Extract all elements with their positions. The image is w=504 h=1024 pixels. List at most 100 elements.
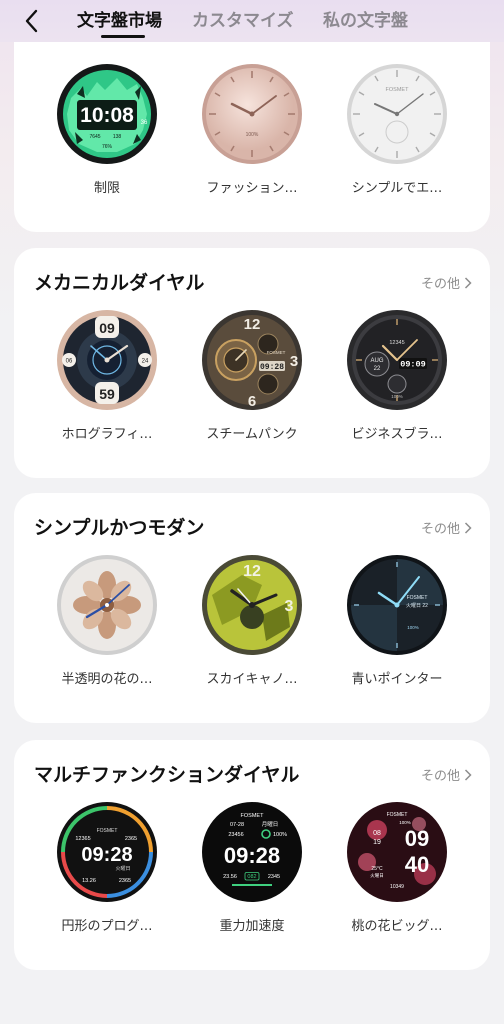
face-seconds: 36 — [141, 120, 148, 126]
watchface-label: ビジネスブラ… — [351, 427, 443, 442]
watchface-label: 青いポインター — [351, 672, 443, 687]
face-metric-2: 2365 — [119, 878, 131, 884]
chevron-right-icon — [464, 276, 472, 289]
face-3: 3 — [285, 598, 294, 615]
face-battery: 100% — [391, 394, 403, 399]
section-card-mechanical: メカニカルダイヤル その他 09 59 06 24 ホログラフィ… 12 3 6… — [14, 248, 490, 478]
tab-active-indicator — [101, 35, 145, 38]
watchface-preview: 12345 AUG 22 09:09 100% — [347, 310, 447, 410]
face-weekday: 月曜日 — [262, 821, 279, 828]
face-6: 6 — [248, 393, 256, 410]
watchface-label: 円形のプログ… — [61, 919, 153, 934]
watchface-item[interactable]: FOSMET シンプルでエ… — [332, 64, 462, 196]
face-date: 火曜日 22 — [406, 603, 428, 609]
face-battery: 76% — [102, 144, 113, 150]
top-bar: 文字盤市場 カスタマイズ 私の文字盤 — [0, 0, 504, 42]
face-day: 19 — [373, 839, 381, 846]
watchface-label: 重力加速度 — [219, 919, 285, 934]
face-brand: FOSMET — [387, 812, 408, 818]
watchface-label: スチームパンク — [206, 427, 298, 442]
face-battery: 100% — [399, 820, 411, 825]
face-time: 09:28 — [224, 843, 280, 868]
chevron-right-icon — [464, 521, 472, 534]
section-card-simple-modern: シンプルかつモダン その他 半透明の花の… 12 3 スカイキャノ… FOSME… — [14, 493, 490, 723]
face-day: 22 — [374, 366, 381, 372]
watchface-label: ホログラフィ… — [61, 427, 153, 442]
face-brand: FOSMET — [267, 350, 286, 355]
back-button[interactable] — [16, 6, 46, 36]
tab-customize[interactable]: カスタマイズ — [192, 6, 294, 31]
more-link[interactable]: その他 — [421, 765, 472, 784]
section-card-top: 10:08 36 7645 138 76% 制限 100% ファッション… FO… — [14, 20, 490, 232]
section-title: メカニカルダイヤル — [34, 272, 205, 294]
face-minute: 59 — [99, 386, 115, 402]
watchface-item[interactable]: 09 59 06 24 ホログラフィ… — [42, 310, 172, 442]
watchface-label: 制限 — [93, 181, 120, 196]
watchface-preview: FOSMET — [347, 64, 447, 164]
watchface-preview — [57, 555, 157, 655]
face-time: 10:08 — [80, 104, 134, 127]
watchface-preview: 09 59 06 24 — [57, 310, 157, 410]
watchface-preview: 12 3 6 09:28 FOSMET — [202, 310, 302, 410]
more-label: その他 — [420, 277, 460, 292]
face-steps: 12345 — [389, 340, 404, 346]
watchface-item[interactable]: 12 3 6 09:28 FOSMET スチームパンク — [187, 310, 317, 442]
face-month: 08 — [373, 830, 381, 837]
face-date: 07-28 — [230, 822, 244, 828]
watchface-item[interactable]: 半透明の花の… — [42, 555, 172, 687]
watchface-label: 半透明の花の… — [61, 672, 153, 687]
face-steps: 12365 — [75, 836, 90, 842]
face-weekday: 火曜日 — [115, 866, 130, 872]
watchface-label: シンプルでエ… — [351, 181, 443, 196]
watchface-item[interactable]: 12 3 スカイキャノ… — [187, 555, 317, 687]
watchface-preview: 12 3 — [202, 555, 302, 655]
face-heart: 138 — [113, 134, 122, 140]
face-right: 24 — [142, 359, 149, 365]
watchface-preview: 100% — [202, 64, 302, 164]
face-metric: 23.56 — [223, 874, 237, 880]
face-month: AUG — [370, 358, 383, 364]
face-metric-3: 2345 — [268, 874, 280, 880]
face-calories: 2365 — [125, 836, 137, 842]
face-steps: 23456 — [228, 832, 243, 838]
face-digital-time: 09:09 — [400, 360, 426, 370]
more-link[interactable]: その他 — [421, 273, 472, 292]
watchface-label: 桃の花ビッグ… — [351, 919, 443, 934]
watchface-item[interactable]: 100% ファッション… — [187, 64, 317, 196]
chevron-right-icon — [464, 768, 472, 781]
more-label: その他 — [420, 522, 460, 537]
face-battery: 100% — [273, 832, 287, 838]
face-12: 12 — [243, 563, 261, 580]
face-metric-2: 082 — [247, 874, 256, 880]
watchface-preview: FOSMET 09 40 08 19 100% 25°C 火曜日 10349 — [347, 802, 447, 902]
face-steps: 10349 — [390, 884, 404, 890]
tab-watchface-market[interactable]: 文字盤市場 — [77, 6, 162, 31]
face-metric: 13.26 — [82, 878, 96, 884]
section-title: マルチファンクションダイヤル — [34, 764, 300, 786]
watchface-item[interactable]: FOSMET 09 40 08 19 100% 25°C 火曜日 10349 桃… — [332, 802, 462, 934]
watchface-item[interactable]: FOSMET 火曜日 22 100% 青いポインター — [332, 555, 462, 687]
section-title: シンプルかつモダン — [34, 517, 205, 539]
watchface-item[interactable]: FOSMET 12365 2365 09:28 火曜日 13.26 2365 円… — [42, 802, 172, 934]
face-hour: 09 — [405, 826, 429, 851]
face-temperature: 25°C — [371, 866, 383, 872]
tab-my-watchfaces[interactable]: 私の文字盤 — [323, 6, 408, 31]
face-brand: FOSMET — [241, 813, 265, 819]
watchface-item[interactable]: 12345 AUG 22 09:09 100% ビジネスブラ… — [332, 310, 462, 442]
section-card-multifunction: マルチファンクションダイヤル その他 FOSMET 12365 2365 09:… — [14, 740, 490, 970]
face-battery: 100% — [246, 132, 259, 138]
face-brand: FOSMET — [407, 595, 428, 601]
watchface-item[interactable]: FOSMET 07-28 月曜日 23456 100% 09:28 23.56 … — [187, 802, 317, 934]
face-battery: 100% — [407, 625, 419, 630]
face-brand: FOSMET — [97, 828, 118, 834]
watchface-label: スカイキャノ… — [206, 672, 298, 687]
watchface-item[interactable]: 10:08 36 7645 138 76% 制限 — [42, 64, 172, 196]
face-digital-time: 09:28 — [260, 363, 284, 372]
more-link[interactable]: その他 — [421, 518, 472, 537]
chevron-left-icon — [25, 9, 38, 33]
face-steps: 7645 — [89, 134, 100, 140]
watchface-label: ファッション… — [206, 181, 298, 196]
face-12: 12 — [244, 316, 261, 333]
face-brand: FOSMET — [386, 87, 410, 93]
face-time: 09:28 — [81, 844, 132, 866]
